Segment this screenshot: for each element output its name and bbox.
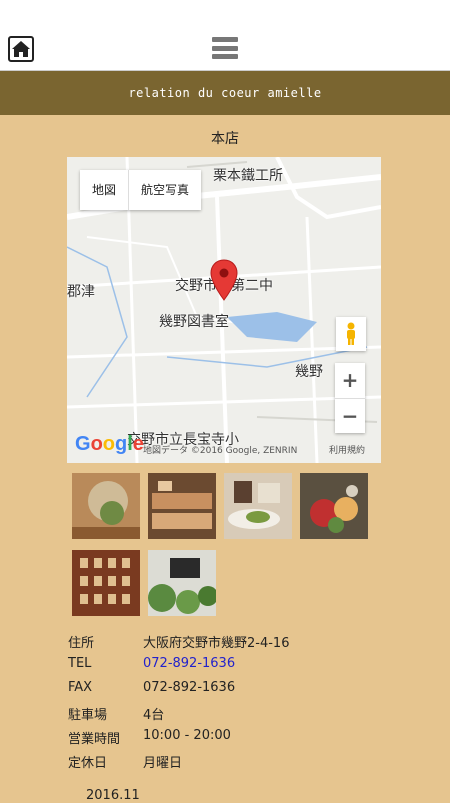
parking-value: 4台: [143, 708, 165, 723]
info-row-closed: 定休日 月曜日: [68, 752, 408, 774]
map-type-tabs: 地図 航空写真: [80, 170, 202, 210]
gallery-photo[interactable]: [72, 473, 140, 539]
info-row-hours: 営業時間 10:00 - 20:00: [68, 728, 408, 750]
map-label-area2: 郡津: [67, 284, 95, 300]
map-attribution: 地図データ ©2016 Google, ZENRIN: [143, 446, 298, 456]
gallery-photo[interactable]: [300, 473, 368, 539]
fax-label: FAX: [68, 680, 93, 695]
tab-map[interactable]: 地図: [80, 170, 130, 210]
map-label-library: 幾野図書室: [159, 314, 229, 330]
zoom-controls: + −: [335, 363, 365, 433]
brand-bar: relation du coeur amielle: [0, 71, 450, 115]
hours-label: 営業時間: [68, 732, 121, 747]
gallery-photo[interactable]: [224, 473, 292, 539]
address-value: 大阪府交野市幾野2-4-16: [143, 636, 290, 651]
info-row-parking: 駐車場 4台: [68, 704, 408, 726]
gallery-photo[interactable]: [72, 550, 140, 616]
parking-label: 駐車場: [68, 708, 108, 723]
tab-satellite[interactable]: 航空写真: [129, 170, 201, 210]
gallery-photo[interactable]: [148, 550, 216, 616]
map-label-factory: 栗本鐵工所: [213, 168, 283, 184]
gallery-photo[interactable]: [148, 473, 216, 539]
tel-label: TEL: [68, 656, 92, 671]
zoom-out-button[interactable]: −: [335, 399, 365, 434]
info-row-fax: FAX 072-892-1636: [68, 680, 408, 702]
store-title: 本店: [211, 131, 239, 147]
hamburger-menu-icon[interactable]: [212, 37, 238, 59]
fax-value: 072-892-1636: [143, 680, 236, 695]
google-logo: Google: [75, 433, 144, 455]
news-date: 2016.11: [86, 788, 140, 803]
top-bar: [0, 0, 450, 71]
map-pin-icon[interactable]: [210, 259, 238, 301]
home-icon[interactable]: [8, 36, 34, 62]
tel-link[interactable]: 072-892-1636: [143, 656, 235, 671]
hours-value: 10:00 - 20:00: [143, 728, 231, 743]
google-map[interactable]: 地図 航空写真 栗本鐵工所 交野市立第二中 幾野図書室 幾野 郡津 交野市立長宝…: [67, 157, 381, 463]
closed-value: 月曜日: [143, 756, 183, 771]
map-terms-link[interactable]: 利用規約: [329, 443, 365, 456]
closed-label: 定休日: [68, 756, 108, 771]
map-label-area1: 幾野: [295, 364, 323, 380]
pegman-icon[interactable]: [336, 317, 366, 351]
zoom-in-button[interactable]: +: [335, 363, 365, 399]
address-label: 住所: [68, 636, 95, 651]
info-row-address: 住所 大阪府交野市幾野2-4-16: [68, 632, 408, 654]
info-row-tel: TEL 072-892-1636: [68, 656, 408, 678]
